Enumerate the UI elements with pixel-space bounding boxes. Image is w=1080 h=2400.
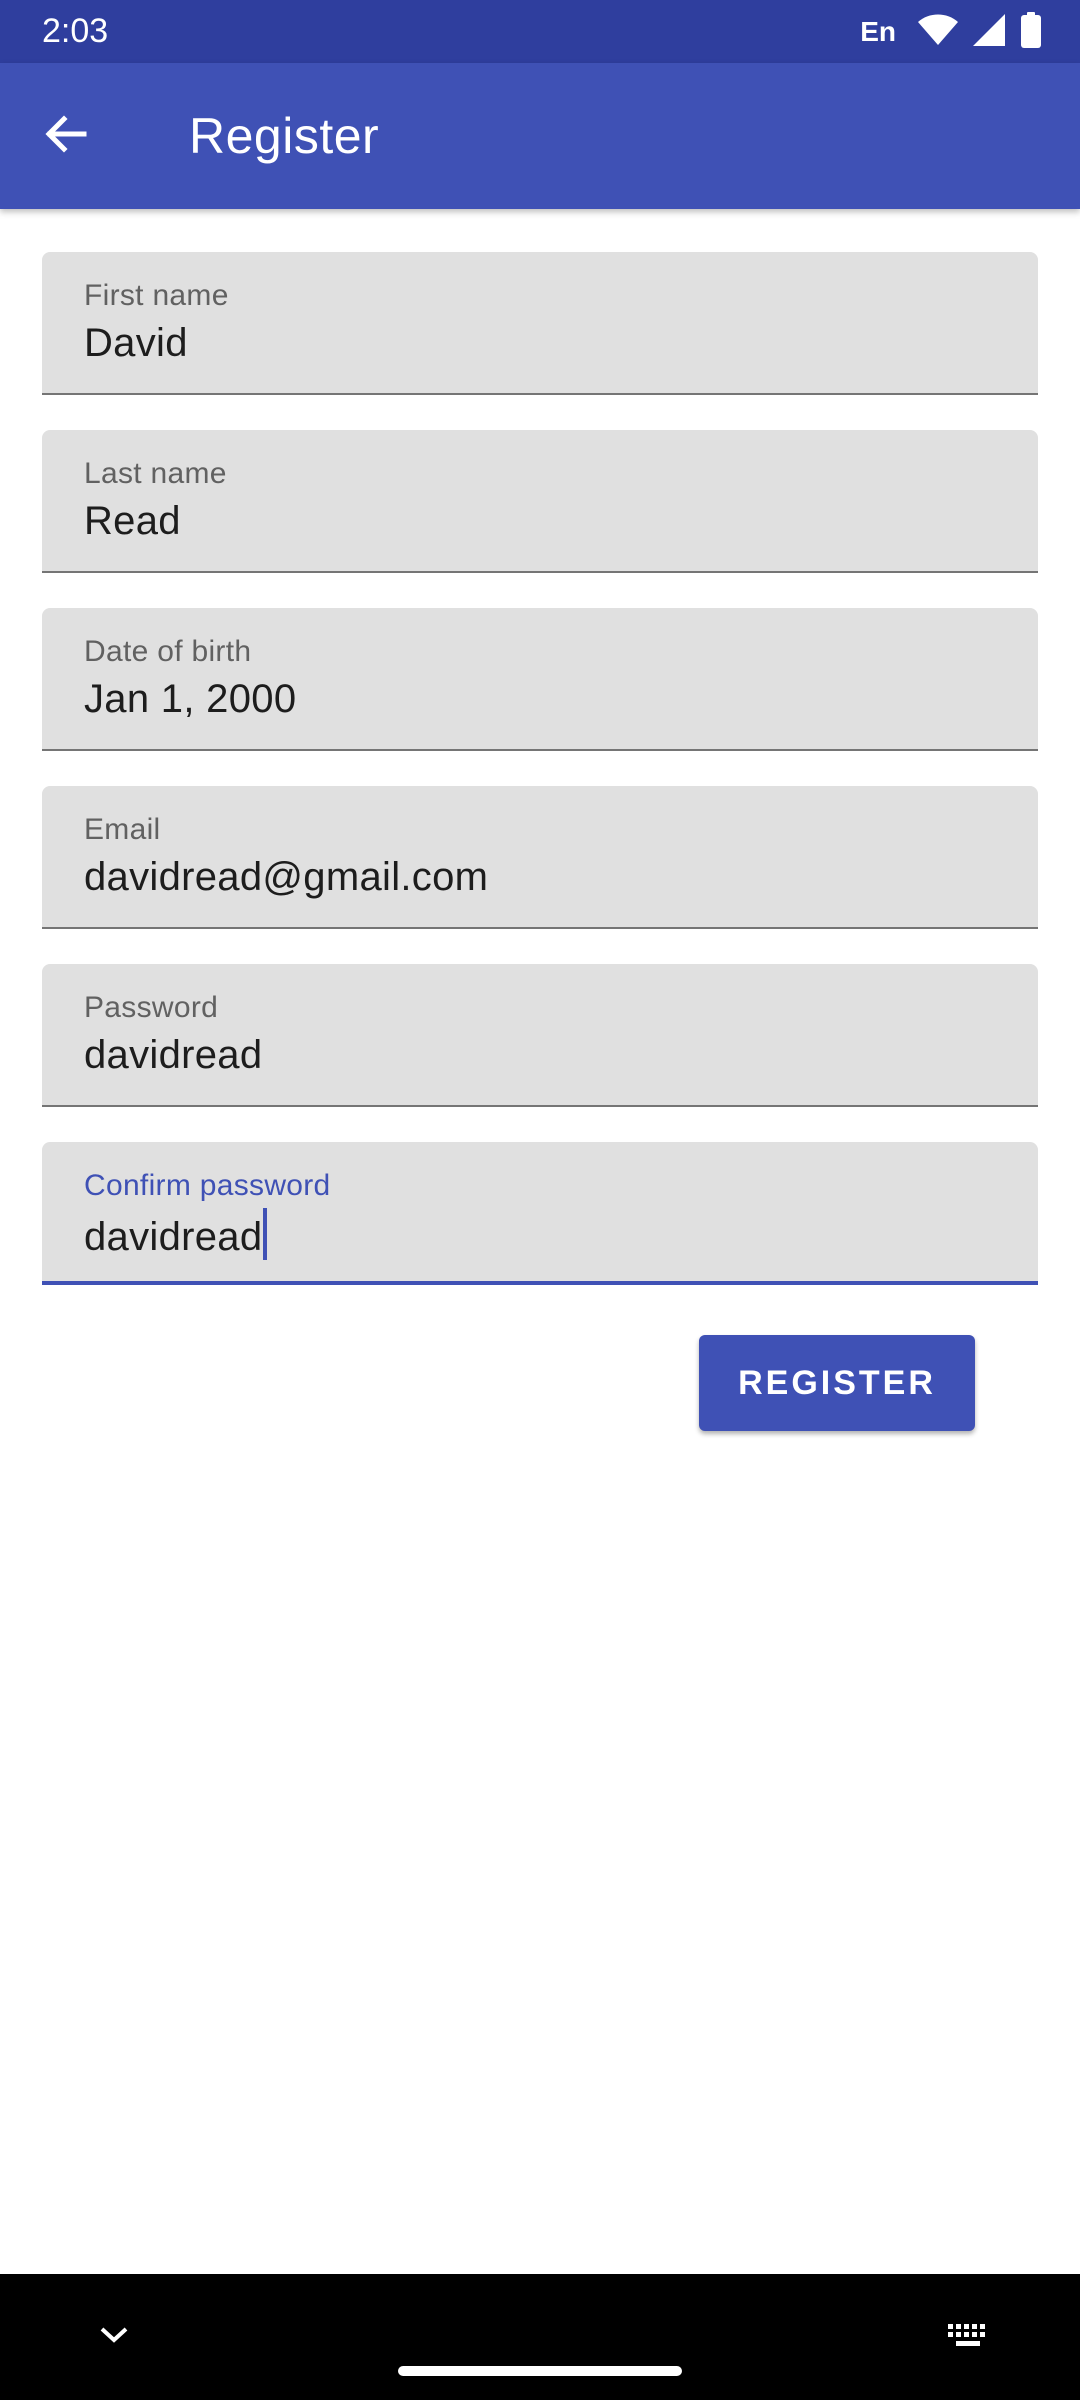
last-name-value: Read xyxy=(84,499,181,543)
status-time: 2:03 xyxy=(42,12,109,50)
email-value: davidread@gmail.com xyxy=(84,855,489,899)
status-icons: En xyxy=(860,11,1042,53)
confirm-password-input[interactable]: davidread xyxy=(84,1208,268,1262)
register-screen: 2:03 En Register First name David Last n… xyxy=(0,0,1080,2400)
confirm-password-label: Confirm password xyxy=(84,1169,331,1202)
keyboard-icon xyxy=(946,2322,990,2353)
page-title: Register xyxy=(189,108,380,164)
password-label: Password xyxy=(84,991,219,1024)
email-label: Email xyxy=(84,813,161,846)
status-language: En xyxy=(860,16,896,47)
last-name-field[interactable]: Last name Read xyxy=(42,430,1038,573)
collapse-keyboard-button[interactable] xyxy=(86,2312,142,2362)
first-name-field[interactable]: First name David xyxy=(42,252,1038,395)
text-cursor xyxy=(263,1208,268,1260)
signal-icon xyxy=(972,13,1006,52)
first-name-value: David xyxy=(84,321,188,365)
arrow-back-icon xyxy=(42,110,90,163)
confirm-password-value: davidread xyxy=(84,1215,263,1259)
email-field[interactable]: Email davidread@gmail.com xyxy=(42,786,1038,929)
password-field[interactable]: Password davidread xyxy=(42,964,1038,1107)
status-bar: 2:03 En xyxy=(0,0,1080,63)
keyboard-switch-button[interactable] xyxy=(940,2312,996,2362)
battery-icon xyxy=(1020,11,1042,53)
back-button[interactable] xyxy=(30,100,102,172)
date-of-birth-field[interactable]: Date of birth Jan 1, 2000 xyxy=(42,608,1038,751)
password-value: davidread xyxy=(84,1033,263,1077)
date-of-birth-label: Date of birth xyxy=(84,635,252,668)
navigation-bar xyxy=(0,2274,1080,2400)
last-name-label: Last name xyxy=(84,457,227,490)
wifi-icon xyxy=(918,14,958,51)
app-bar: Register xyxy=(0,63,1080,209)
confirm-password-field[interactable]: Confirm password davidread xyxy=(42,1142,1038,1285)
chevron-down-icon xyxy=(99,2325,129,2350)
date-of-birth-value: Jan 1, 2000 xyxy=(84,677,297,721)
register-button[interactable]: REGISTER xyxy=(699,1335,975,1431)
home-handle[interactable] xyxy=(398,2366,682,2376)
first-name-label: First name xyxy=(84,279,229,312)
